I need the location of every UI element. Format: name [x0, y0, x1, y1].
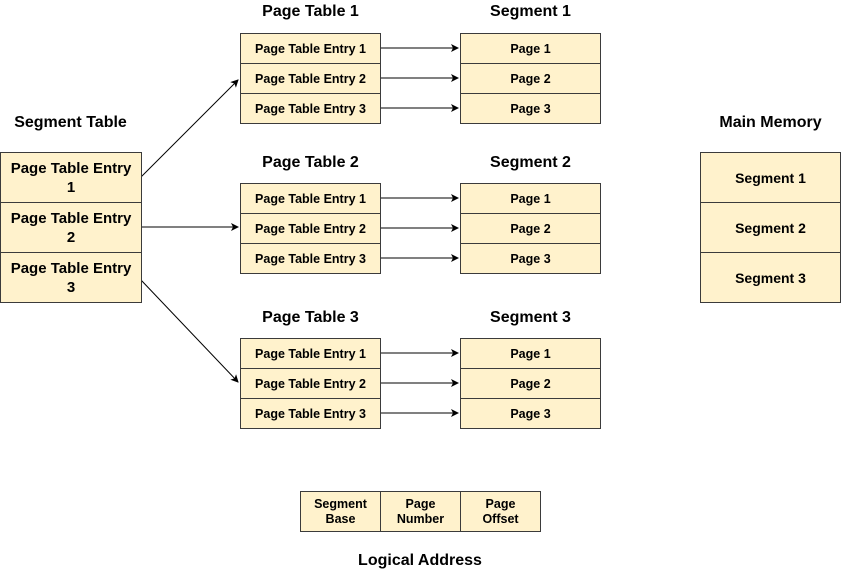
- page-table-3-entry-1[interactable]: Page Table Entry 1: [240, 338, 381, 369]
- segment-1-title: Segment 1: [490, 3, 571, 20]
- page-table1-arrows: [381, 44, 459, 112]
- segment-1-page-1[interactable]: Page 1: [460, 33, 601, 64]
- main-memory-segment-2[interactable]: Segment 2: [700, 202, 841, 253]
- main-memory-segment-3[interactable]: Segment 3: [700, 252, 841, 303]
- page-table-1-entry-2[interactable]: Page Table Entry 2: [240, 63, 381, 94]
- segment-table-entry-3[interactable]: Page Table Entry 3: [0, 252, 142, 303]
- page-table-2-title: Page Table 2: [262, 154, 359, 171]
- segment-2-page-1[interactable]: Page 1: [460, 183, 601, 214]
- main-memory-title: Main Memory: [719, 114, 822, 131]
- page-table-3-title: Page Table 3: [262, 309, 359, 326]
- page-table-1-title: Page Table 1: [262, 3, 359, 20]
- segment-2-page-2[interactable]: Page 2: [460, 213, 601, 244]
- segment-3-page-1[interactable]: Page 1: [460, 338, 601, 369]
- page-table-3-entry-2[interactable]: Page Table Entry 2: [240, 368, 381, 399]
- page-table-1-entry-1[interactable]: Page Table Entry 1: [240, 33, 381, 64]
- segment-3-page-3[interactable]: Page 3: [460, 398, 601, 429]
- segment-2-title: Segment 2: [490, 154, 571, 171]
- page-table-2-entry-3[interactable]: Page Table Entry 3: [240, 243, 381, 274]
- segment-1-page-2[interactable]: Page 2: [460, 63, 601, 94]
- segment-table-entry-2[interactable]: Page Table Entry 2: [0, 202, 142, 253]
- page-table-3-entry-3[interactable]: Page Table Entry 3: [240, 398, 381, 429]
- logical-address-segment-base[interactable]: Segment Base: [300, 491, 381, 532]
- segment-table-title: Segment Table: [14, 114, 127, 131]
- main-memory-segment-1[interactable]: Segment 1: [700, 152, 841, 203]
- segment-2-page-3[interactable]: Page 3: [460, 243, 601, 274]
- arrow-seg-entry3-to-page-table3: [140, 279, 239, 383]
- arrow-seg-entry1-to-page-table1: [140, 79, 239, 178]
- segment-3-title: Segment 3: [490, 309, 571, 326]
- logical-address-page-offset[interactable]: Page Offset: [460, 491, 541, 532]
- page-table-2-entry-1[interactable]: Page Table Entry 1: [240, 183, 381, 214]
- page-table3-arrows: [381, 349, 459, 417]
- segment-1-page-3[interactable]: Page 3: [460, 93, 601, 124]
- segment-3-page-2[interactable]: Page 2: [460, 368, 601, 399]
- page-table-2-entry-2[interactable]: Page Table Entry 2: [240, 213, 381, 244]
- segment-table-entry-1[interactable]: Page Table Entry 1: [0, 152, 142, 203]
- page-table-1-entry-3[interactable]: Page Table Entry 3: [240, 93, 381, 124]
- logical-address-title: Logical Address: [358, 552, 482, 569]
- logical-address-page-number[interactable]: Page Number: [380, 491, 461, 532]
- page-table2-arrows: [381, 194, 459, 262]
